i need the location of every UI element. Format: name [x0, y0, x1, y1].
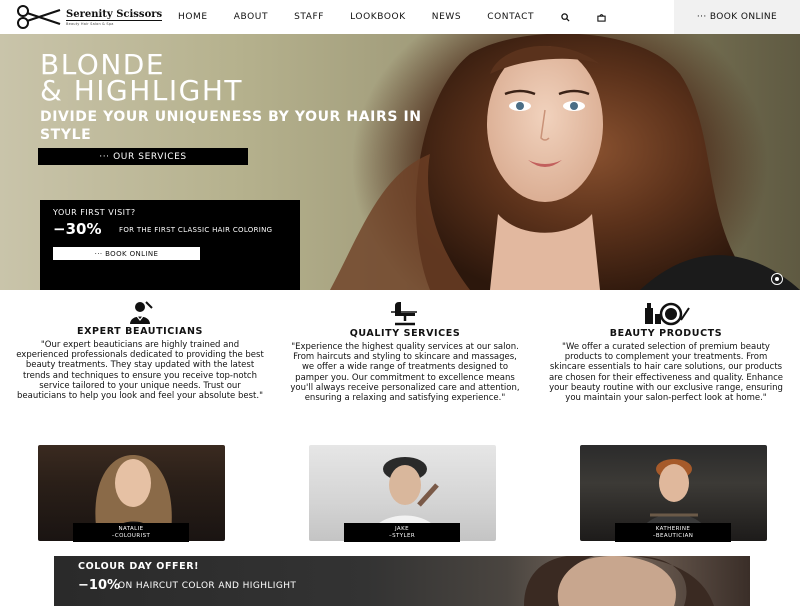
feature-text: "Our expert beauticians are highly train…	[16, 340, 264, 402]
first-visit-promo: YOUR FIRST VISIT? −30% FOR THE FIRST CLA…	[40, 200, 300, 290]
nav-lookbook[interactable]: LOOKBOOK	[350, 12, 406, 22]
hero-title-line2: & HIGHLIGHT	[40, 74, 244, 107]
feature-quality-services: QUALITY SERVICES "Experience the highest…	[287, 300, 523, 403]
feature-beauty-products: BEAUTY PRODUCTS "We offer a curated sele…	[546, 300, 786, 403]
brand-name: Serenity Scissors	[66, 8, 163, 20]
colour-day-description: ON HAIRCUT COLOR AND HIGHLIGHT	[118, 581, 297, 591]
brand-tagline: Beauty Hair Salon & Spa	[66, 19, 163, 26]
staff-role: –COLOURIST	[111, 533, 151, 539]
colour-day-title: COLOUR DAY OFFER!	[78, 561, 200, 572]
staff-label-jake: JAKE –STYLER	[344, 523, 460, 542]
staff-name: KATHERINE	[655, 526, 691, 532]
feature-title: EXPERT BEAUTICIANS	[77, 326, 203, 337]
beauty-products-icon	[645, 302, 690, 326]
our-services-button[interactable]: ··· OUR SERVICES	[38, 148, 248, 165]
promo-question: YOUR FIRST VISIT?	[53, 208, 136, 217]
feature-expert-beauticians: EXPERT BEAUTICIANS "Our expert beauticia…	[14, 300, 266, 401]
nav-staff[interactable]: STAFF	[294, 12, 324, 22]
hero-subtitle: DIVIDE YOUR UNIQUENESS BY YOUR HAIRS IN …	[40, 109, 422, 143]
colour-day-banner: COLOUR DAY OFFER! −10% ON HAIRCUT COLOR …	[54, 556, 750, 606]
staff-label-natalie: NATALIE –COLOURIST	[73, 523, 189, 542]
feature-title: BEAUTY PRODUCTS	[609, 328, 723, 339]
staff-name: NATALIE	[118, 526, 144, 532]
book-online-button[interactable]: ··· BOOK ONLINE	[674, 0, 800, 34]
hero-banner: BLONDE & HIGHLIGHT DIVIDE YOUR UNIQUENES…	[0, 34, 800, 290]
nav-news[interactable]: NEWS	[432, 12, 461, 22]
scroll-indicator-icon[interactable]	[771, 273, 783, 285]
scissors-icon	[17, 5, 61, 29]
nav-contact[interactable]: CONTACT	[487, 12, 534, 22]
main-menu: HOME ABOUT STAFF LOOKBOOK NEWS CONTACT	[178, 12, 632, 22]
staff-label-katherine: KATHERINE –BEAUTICIAN	[615, 523, 731, 542]
brand-logo[interactable]: Serenity Scissors Beauty Hair Salon & Sp…	[16, 4, 166, 30]
feature-text: "Experience the highest quality services…	[290, 342, 520, 404]
top-navigation: Serenity Scissors Beauty Hair Salon & Sp…	[0, 0, 800, 34]
feature-title: QUALITY SERVICES	[349, 328, 461, 339]
promo-description: FOR THE FIRST CLASSIC HAIR COLORING	[119, 226, 273, 234]
shopping-bag-icon[interactable]	[596, 12, 606, 22]
staff-role: –STYLER	[388, 533, 416, 539]
promo-book-online-button[interactable]: ··· BOOK ONLINE	[53, 247, 200, 260]
beautician-icon	[130, 301, 153, 324]
staff-name: JAKE	[395, 526, 409, 532]
salon-chair-icon	[391, 302, 417, 326]
staff-role: –BEAUTICIAN	[652, 533, 694, 539]
nav-home[interactable]: HOME	[178, 12, 208, 22]
feature-text: "We offer a curated selection of premium…	[548, 342, 784, 404]
nav-about[interactable]: ABOUT	[234, 12, 268, 22]
search-icon[interactable]	[560, 12, 570, 22]
